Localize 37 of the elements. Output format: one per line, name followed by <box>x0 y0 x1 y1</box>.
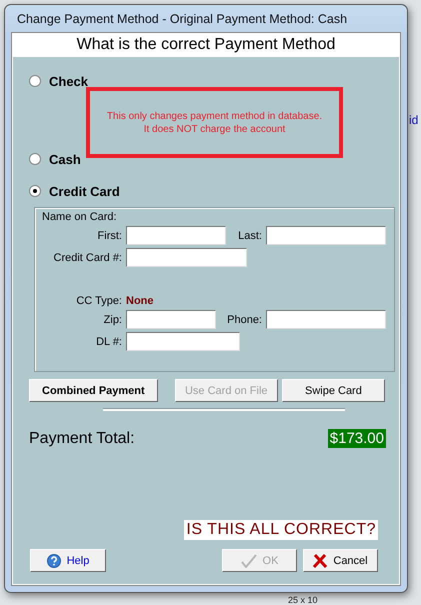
warning-text: This only changes payment method in database. <box>106 110 322 122</box>
window-title: Change Payment Method - Original Payment Method: Cash <box>16 10 348 28</box>
radio-button[interactable] <box>29 75 41 87</box>
field-label: DL #: <box>96 336 123 348</box>
card-type-value: None <box>126 295 154 307</box>
dialog-heading: What is the correct Payment Method <box>13 34 399 57</box>
total-amount: $173.00 <box>328 429 386 448</box>
radio-label[interactable]: Cash <box>49 152 81 166</box>
card-number-field[interactable] <box>126 248 247 267</box>
action-button[interactable]: Swipe Card <box>282 379 385 402</box>
field-label: Zip: <box>104 314 123 326</box>
confirmation-prompt: IS THIS ALL CORRECT? <box>184 520 378 540</box>
checkmark-icon <box>240 554 257 568</box>
warning-text: It does NOT charge the account <box>144 122 286 136</box>
link-text[interactable]: id <box>409 113 418 127</box>
close-icon <box>313 554 328 568</box>
total-label: Payment Total: <box>29 430 135 448</box>
table-cell: 25 x 10 <box>288 595 318 605</box>
radio-button[interactable] <box>29 185 41 197</box>
phone-field[interactable] <box>266 310 386 329</box>
field-label: CC Type: <box>76 295 123 307</box>
field-label: Name on Card: <box>41 211 118 223</box>
last-name-field[interactable] <box>266 226 386 245</box>
field-label: Credit Card #: <box>54 252 123 264</box>
help-button[interactable]: Help <box>30 549 106 572</box>
field-label: First: <box>98 230 123 242</box>
radio-button[interactable] <box>29 153 41 165</box>
field-label: Phone: <box>227 314 263 326</box>
action-button[interactable]: Combined Payment <box>29 379 158 402</box>
field-label: Last: <box>238 230 263 242</box>
zip-field[interactable] <box>126 310 216 329</box>
radio-label[interactable]: Credit Card <box>49 184 120 198</box>
first-name-field[interactable] <box>126 226 226 245</box>
license-field[interactable] <box>126 332 240 351</box>
cancel-button[interactable]: Cancel <box>303 549 378 572</box>
help-icon <box>46 554 61 568</box>
radio-label[interactable]: Check <box>49 74 88 88</box>
